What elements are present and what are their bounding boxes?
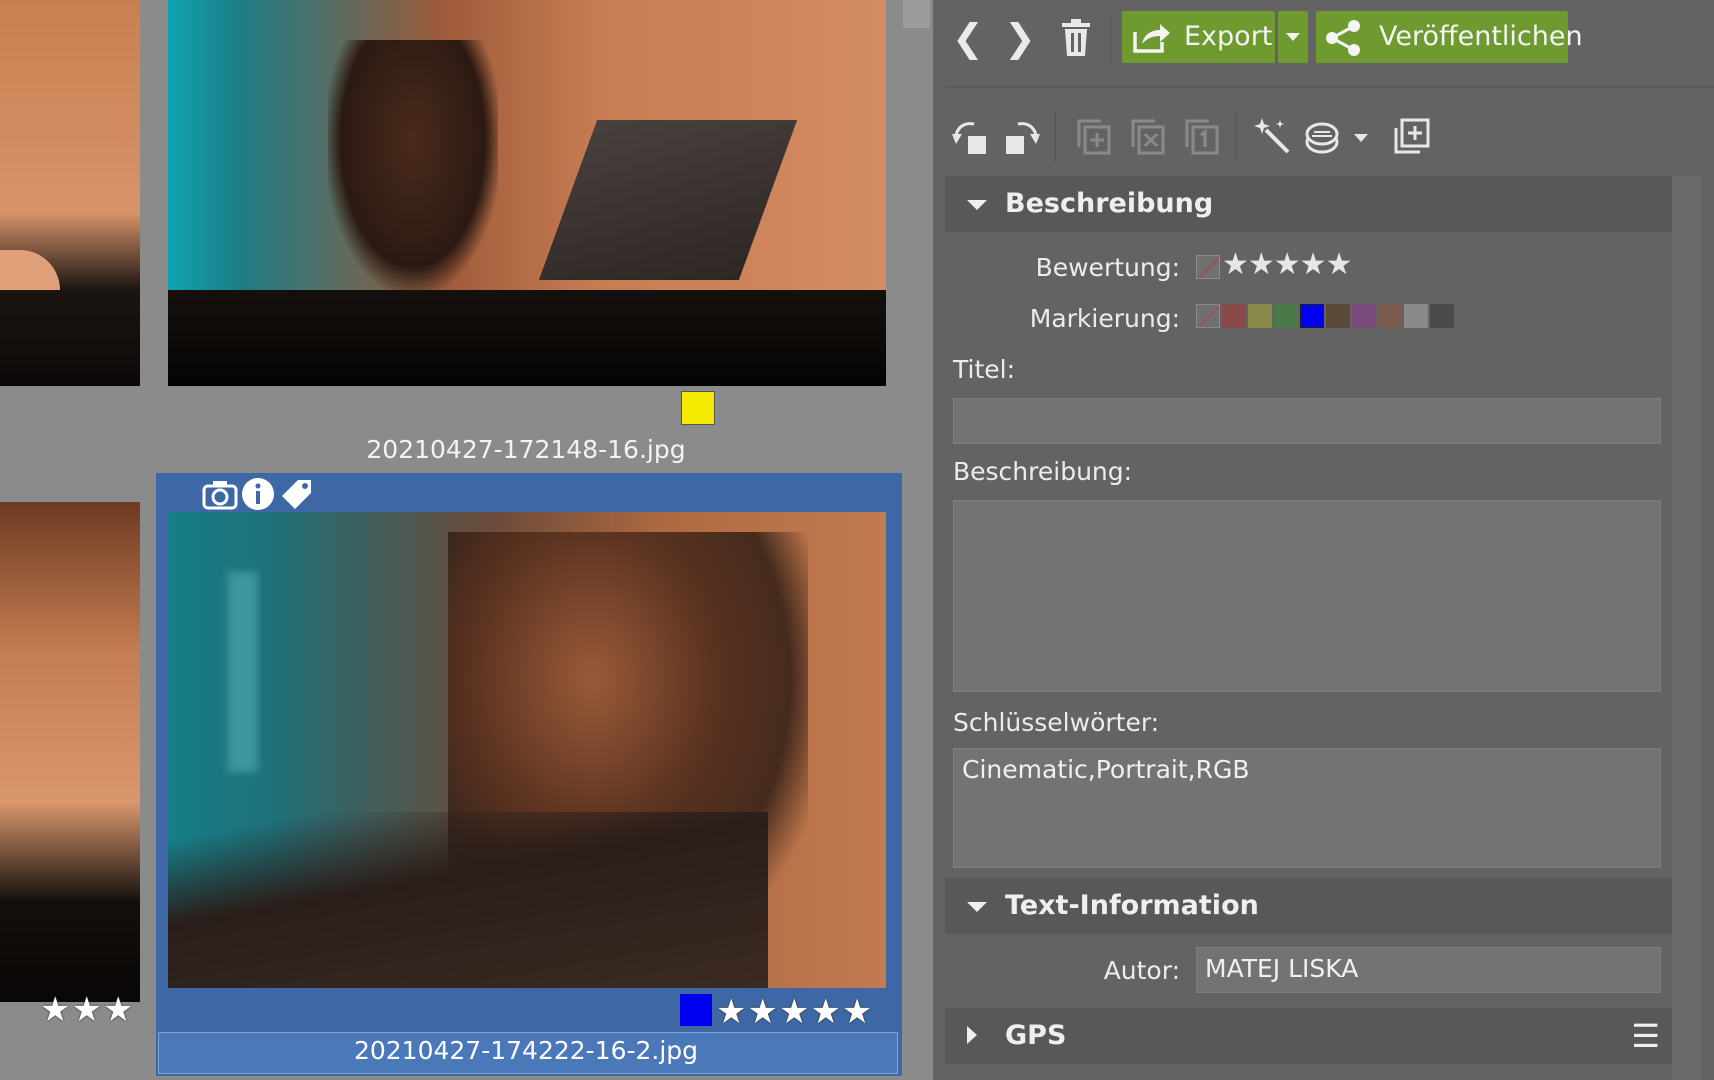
toolbar-separator (1236, 112, 1237, 162)
rating-label: Bewertung: (1035, 253, 1180, 282)
rotate-left-icon[interactable] (950, 116, 990, 160)
grid-scrollbar[interactable] (902, 0, 933, 1080)
rating-stars[interactable]: ★★★★★ (1222, 248, 1352, 282)
toolbar-divider (945, 86, 1714, 88)
keywords-label: Schlüsselwörter: (953, 708, 1160, 737)
keywords-field[interactable]: Cinematic,Portrait,RGB (953, 748, 1661, 868)
thumbnail-top[interactable] (168, 0, 886, 386)
marking-swatch[interactable] (1378, 304, 1402, 328)
layers-icon[interactable] (1304, 118, 1344, 160)
thumbnail-left-top[interactable] (0, 0, 140, 386)
add-copy-icon (1076, 118, 1112, 160)
panel-scrollbar[interactable] (1672, 176, 1702, 1080)
back-icon[interactable]: ❮ (952, 18, 984, 58)
marking-swatch[interactable] (1352, 304, 1376, 328)
remove-copy-icon (1130, 118, 1166, 160)
marking-swatch[interactable] (1248, 304, 1272, 328)
thumbnail-left-bottom[interactable] (0, 502, 140, 1002)
section-gps-header[interactable]: GPS ☰ (945, 1008, 1672, 1064)
forward-icon[interactable]: ❯ (1004, 18, 1036, 58)
thumbnail-rating[interactable]: ★★★★★ (716, 995, 873, 1029)
description-label: Beschreibung: (953, 457, 1133, 486)
color-tag-yellow[interactable] (681, 391, 715, 425)
export-label: Export (1184, 21, 1273, 52)
trash-icon[interactable] (1060, 18, 1092, 62)
first-copy-icon (1184, 118, 1220, 160)
section-description-header[interactable]: Beschreibung (945, 176, 1672, 232)
author-label: Autor: (1103, 956, 1180, 985)
section-text-info-header[interactable]: Text-Information (945, 878, 1672, 934)
publish-label: Veröffentlichen (1379, 21, 1583, 52)
info-icon[interactable] (240, 476, 276, 516)
thumbnail-filename: 20210427-172148-16.jpg (366, 435, 686, 464)
description-field[interactable] (953, 500, 1661, 692)
menu-icon[interactable]: ☰ (1631, 1008, 1660, 1064)
marking-label: Markierung: (1029, 304, 1180, 333)
section-gps-title: GPS (1005, 1020, 1067, 1051)
tag-icon[interactable] (278, 476, 314, 516)
magic-wand-icon[interactable] (1252, 116, 1292, 160)
title-field[interactable] (953, 398, 1661, 444)
thumbnail-rating: ★★★ (40, 990, 135, 1030)
author-field[interactable]: MATEJ LISKA (1196, 947, 1661, 993)
marking-swatch[interactable] (1300, 304, 1324, 328)
marking-clear-swatch[interactable] (1196, 304, 1220, 328)
chevron-down-icon (967, 200, 987, 210)
title-label: Titel: (953, 355, 1015, 384)
share-icon (1324, 19, 1362, 61)
toolbar-separator (1110, 16, 1111, 64)
export-icon (1132, 20, 1172, 58)
camera-icon[interactable] (202, 478, 238, 514)
grid-scrollbar-thumb[interactable] (903, 0, 930, 28)
rating-clear-swatch[interactable] (1196, 255, 1220, 279)
section-description-title: Beschreibung (1005, 188, 1214, 219)
marking-swatch[interactable] (1430, 304, 1454, 328)
marking-swatch[interactable] (1274, 304, 1298, 328)
thumbnail-selected[interactable] (168, 512, 886, 988)
marking-swatch[interactable] (1404, 304, 1428, 328)
section-text-info-title: Text-Information (1005, 890, 1259, 921)
rotate-right-icon[interactable] (1002, 116, 1042, 160)
chevron-down-icon (967, 902, 987, 912)
chevron-down-icon (1286, 33, 1300, 41)
new-virtual-copy-icon[interactable] (1392, 116, 1432, 160)
toolbar-separator (1055, 112, 1056, 162)
color-tag-blue[interactable] (680, 994, 712, 1026)
marking-swatch[interactable] (1222, 304, 1246, 328)
export-dropdown-button[interactable] (1278, 11, 1308, 63)
thumbnail-grid: 20210427-172148-16.jpg ★★★ ★★★★★ 2021042… (0, 0, 933, 1080)
chevron-right-icon (967, 1026, 977, 1044)
marking-swatch[interactable] (1326, 304, 1350, 328)
selected-thumbnail-filename: 20210427-174222-16-2.jpg (353, 1036, 699, 1065)
chevron-down-icon[interactable] (1354, 134, 1368, 142)
